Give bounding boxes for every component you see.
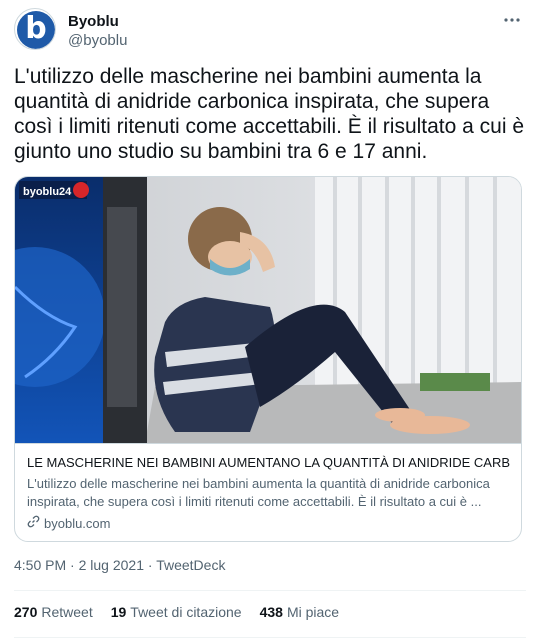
divider [14,590,526,591]
divider [14,637,526,638]
card-domain[interactable]: byoblu.com [27,515,511,531]
card-domain-text: byoblu.com [44,515,111,531]
tweet-stats: 270 Retweet 19 Tweet di citazione 438 Mi pi… [14,604,339,620]
retweets-label: Retweet [41,604,93,620]
card-title[interactable]: LE MASCHERINE NEI BAMBINI AUMENTANO LA Q… [27,454,511,471]
tweet-date[interactable]: 2 lug 2021 [79,557,144,573]
avatar-logo-letter: b [25,11,47,46]
author-handle[interactable]: @byoblu [68,32,127,49]
card-image[interactable]: byoblu24 [15,177,521,443]
tweet-time[interactable]: 4:50 PM [14,557,66,573]
tweet-source[interactable]: TweetDeck [156,557,225,573]
meta-separator: · [147,557,153,573]
quotes-stat[interactable]: 19 Tweet di citazione [111,604,242,620]
avatar[interactable]: b [14,8,56,50]
card-description: L'utilizzo delle mascherine nei bambini … [27,476,490,509]
retweets-stat[interactable]: 270 Retweet [14,604,93,620]
likes-stat[interactable]: 438 Mi piace [260,604,340,620]
card-image-logo-text: byoblu24 [23,186,72,198]
meta-separator: · [70,557,75,573]
quotes-label: Tweet di citazione [130,604,242,620]
likes-count: 438 [259,604,283,620]
author-name[interactable]: Byoblu [68,13,119,30]
card-body[interactable]: LE MASCHERINE NEI BAMBINI AUMENTANO LA Q… [15,443,521,541]
tweet-meta: 4:50 PM · 2 lug 2021 · TweetDeck [14,557,225,573]
link-icon [27,515,40,531]
tweet-text: L'utilizzo delle mascherine nei bambini … [14,65,525,163]
likes-label: Mi piace [286,604,340,620]
retweets-count: 270 [14,604,38,620]
quotes-count: 19 [110,604,127,620]
more-horizontal-icon[interactable] [502,10,522,35]
link-card[interactable]: byoblu24 LE MASCHERINE NEI BAMBINI AUMEN… [14,176,522,542]
tweet-header: b Byoblu @byoblu [14,8,526,56]
